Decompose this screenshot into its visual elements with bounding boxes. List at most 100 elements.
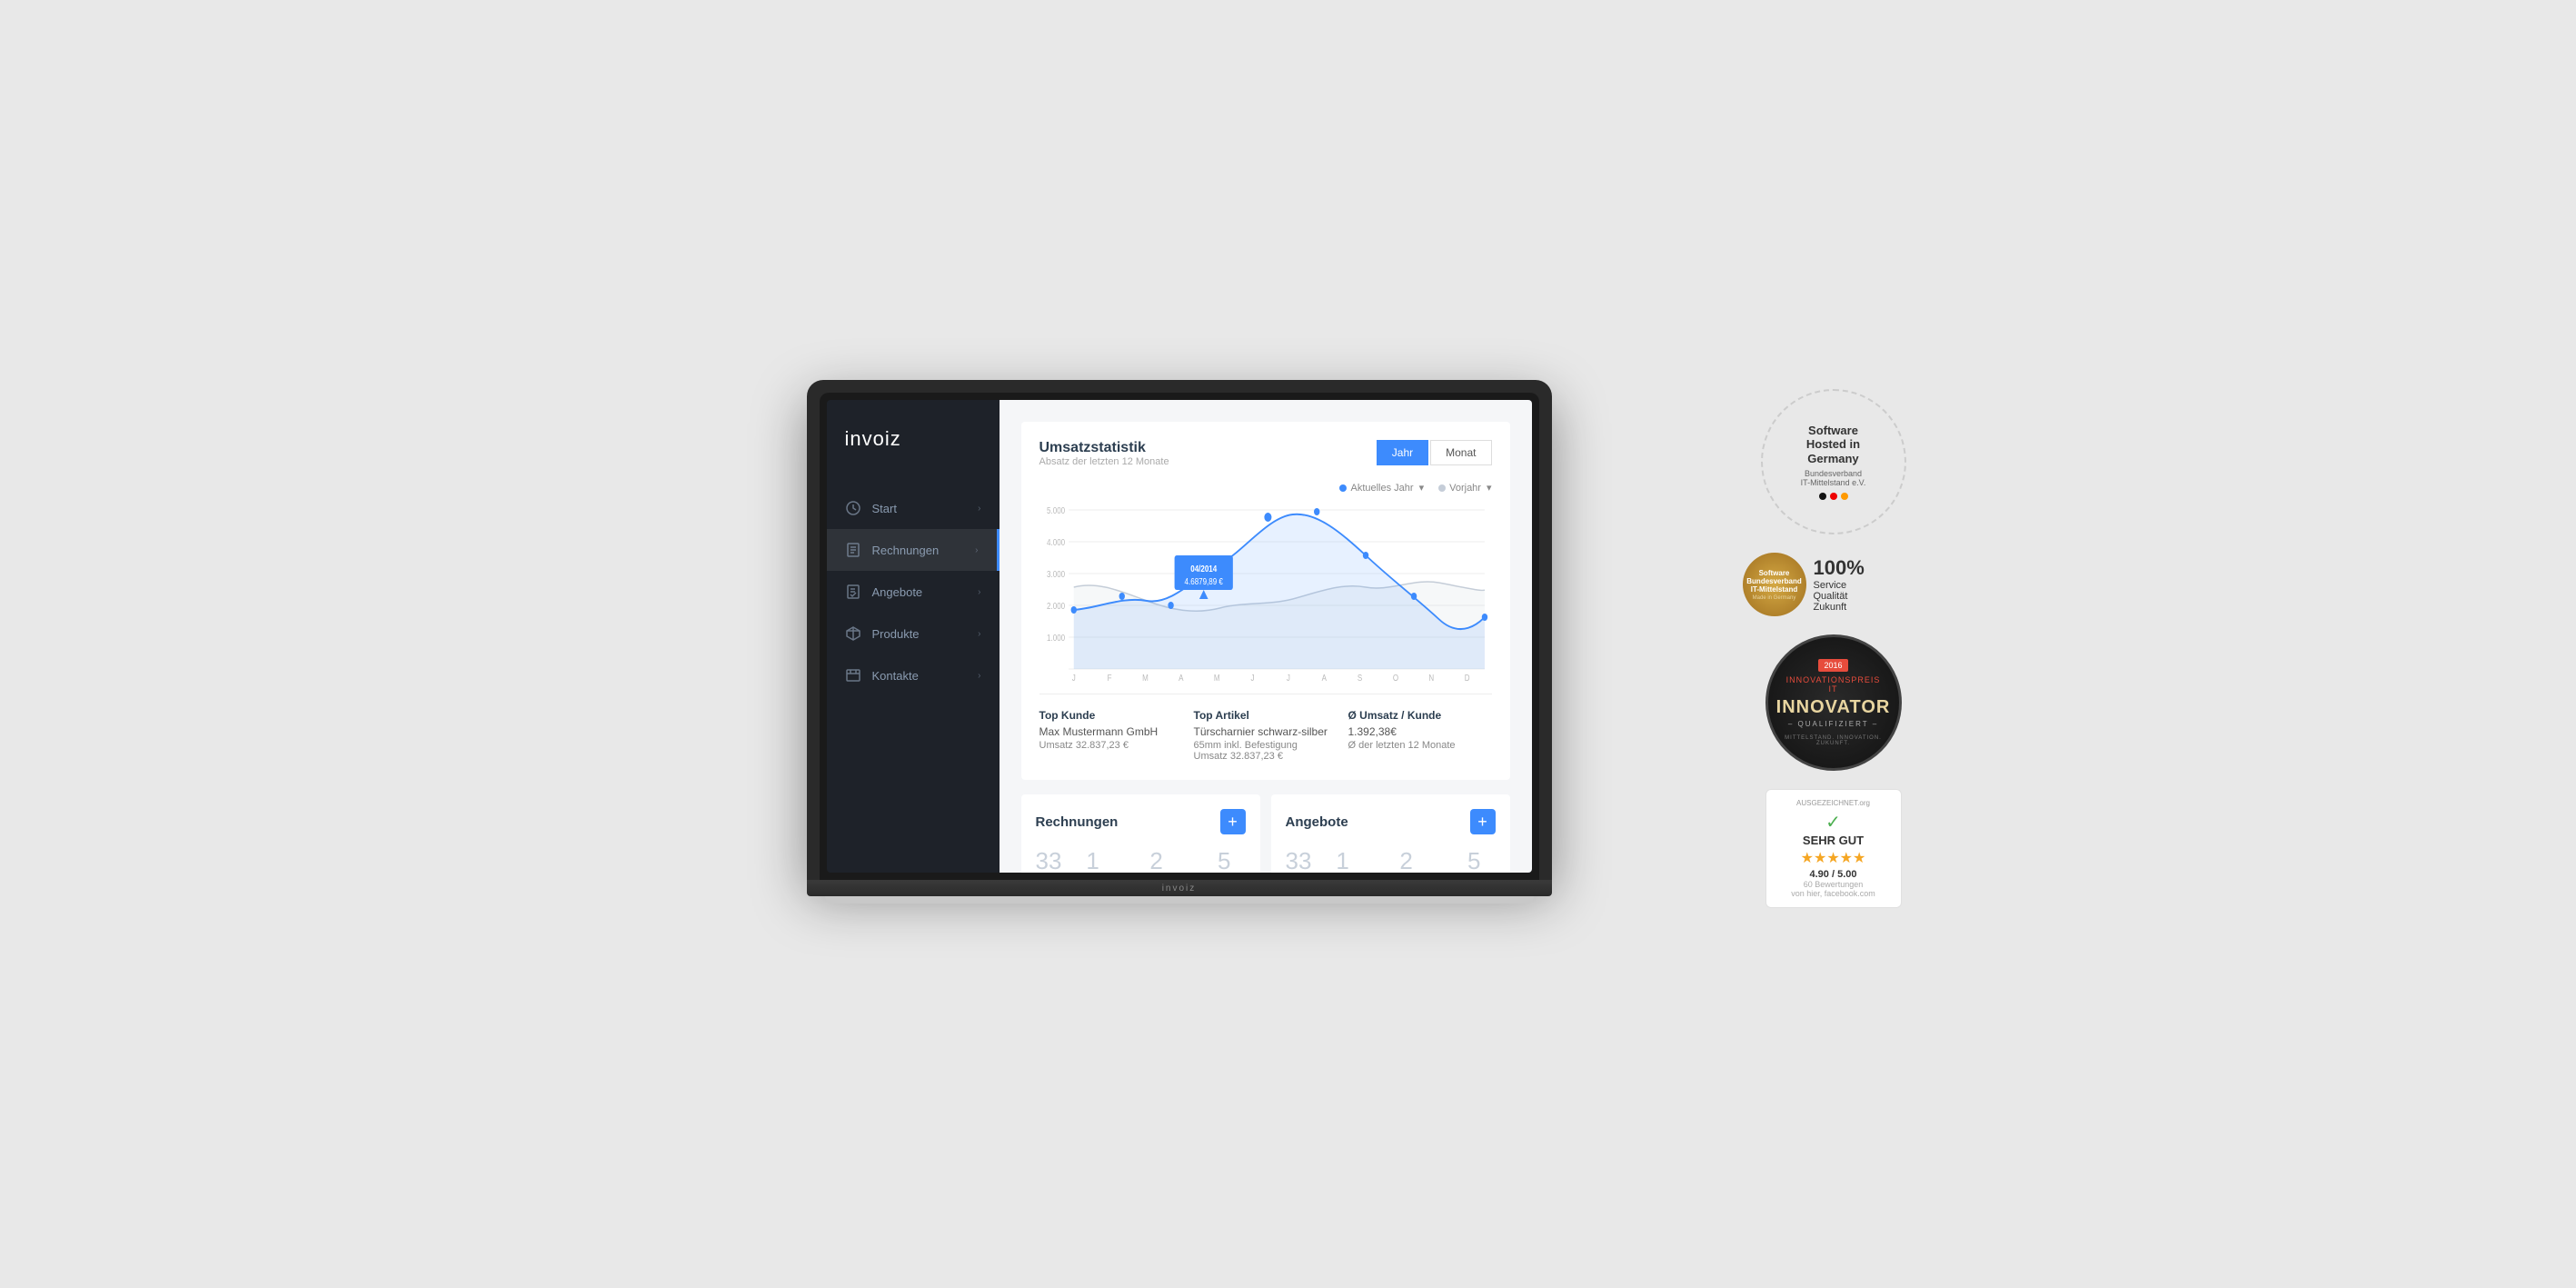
sidebar: invoiz Start: [827, 400, 1000, 873]
sidebar-label-angebote: Angebote: [872, 585, 923, 599]
chevron-icon-start: ›: [978, 504, 980, 514]
svg-text:O: O: [1392, 673, 1397, 683]
legend-current[interactable]: Aktuelles Jahr ▾: [1339, 482, 1424, 494]
stats-title: Umsatzstatistik: [1039, 440, 1169, 456]
nav-item-left-angebote: Angebote: [845, 584, 923, 600]
nav-item-left-produkte: Produkte: [845, 625, 920, 642]
sidebar-label-kontakte: Kontakte: [872, 669, 919, 683]
laptop-brand-label: invoiz: [1162, 884, 1197, 894]
svg-text:4.000: 4.000: [1047, 537, 1065, 547]
legend-current-arrow: ▾: [1419, 482, 1425, 494]
scene: invoiz Start: [652, 380, 1925, 908]
service-line-1: Service: [1814, 580, 1865, 591]
sidebar-item-angebote[interactable]: Angebote ›: [827, 571, 1000, 613]
service-text-block: 100% Service Qualität Zukunft: [1814, 556, 1865, 613]
legend-prev[interactable]: Vorjahr ▾: [1438, 482, 1491, 494]
medal-icon: SoftwareBundesverbandIT-Mittelstand Made…: [1743, 553, 1806, 616]
stat-top-kunde: Top Kunde Max Mustermann GmbH Umsatz 32.…: [1039, 709, 1183, 762]
dot-yellow: [1841, 493, 1848, 500]
rating-badge-wrapper: AUSGEZEICHNET.org ✓ SEHR GUT ★★★★★ 4.90 …: [1743, 789, 1925, 908]
sidebar-label-start: Start: [872, 502, 897, 515]
legend-dot-current: [1339, 484, 1347, 492]
rating-top: AUSGEZEICHNET.org: [1775, 799, 1892, 807]
rechnungen-ngesendet-number: 2: [1124, 849, 1189, 873]
laptop-screen: invoiz Start: [827, 400, 1532, 873]
check-icon: ✓: [1775, 811, 1892, 834]
stats-title-group: Umsatzstatistik Absatz der letzten 12 Mo…: [1039, 440, 1169, 478]
sidebar-label-produkte: Produkte: [872, 627, 920, 641]
innovator-year: 2016: [1818, 659, 1847, 672]
laptop-base: invoiz: [807, 880, 1552, 896]
chart-container: 5.000 4.000 3.000 2.000 1.000: [1039, 501, 1492, 683]
laptop: invoiz Start: [807, 380, 1552, 904]
legend-dot-prev: [1438, 484, 1446, 492]
stat-top-artikel-value3: Umsatz 32.837,23 €: [1194, 751, 1338, 762]
stat-top-kunde-label: Top Kunde: [1039, 709, 1183, 722]
sidebar-item-kontakte[interactable]: Kontakte ›: [827, 654, 1000, 696]
bottom-stats: Top Kunde Max Mustermann GmbH Umsatz 32.…: [1039, 709, 1492, 762]
medal-title: SoftwareBundesverbandIT-Mittelstand: [1746, 569, 1801, 594]
rechnungen-stat-offen: 33 offen: [1036, 849, 1062, 873]
sidebar-item-rechnungen[interactable]: Rechnungen ›: [827, 529, 1000, 571]
innovator-badge-wrapper: 2016 INNOVATIONSPREIS IT INNOVATOR – QUA…: [1743, 634, 1925, 771]
screen-bezel: invoiz Start: [820, 393, 1539, 880]
contact-icon: [845, 667, 861, 684]
service-badge: SoftwareBundesverbandIT-Mittelstand Made…: [1743, 553, 1925, 616]
hosted-badge-wrapper: SoftwareHosted inGermany BundesverbandIT…: [1743, 389, 1925, 534]
stat-avg-umsatz: Ø Umsatz / Kunde 1.392,38€ Ø der letzten…: [1348, 709, 1492, 762]
svg-text:M: M: [1213, 673, 1219, 683]
rechnungen-stats-row: 33 offen 1 Entwurf: [1036, 849, 1246, 873]
angebote-ueberfaellig-number: 5: [1453, 849, 1495, 873]
angebote-card: Angebote + 33 offen: [1271, 794, 1510, 873]
rechnungen-stat-ngesendet: 2 nicht gesendet: [1124, 849, 1189, 873]
chevron-icon-angebote: ›: [978, 587, 980, 597]
badges-panel: SoftwareHosted inGermany BundesverbandIT…: [1743, 380, 1925, 908]
svg-text:S: S: [1357, 673, 1361, 683]
rechnungen-offen-number: 33: [1036, 849, 1062, 873]
sidebar-nav: Start ›: [827, 487, 1000, 873]
angebote-card-title: Angebote: [1286, 814, 1348, 830]
svg-text:J: J: [1250, 673, 1254, 683]
stats-card: Umsatzstatistik Absatz der letzten 12 Mo…: [1021, 422, 1510, 780]
svg-text:M: M: [1142, 673, 1149, 683]
hosted-dots: [1819, 493, 1848, 500]
hosted-badge: SoftwareHosted inGermany BundesverbandIT…: [1761, 389, 1906, 534]
period-year-button[interactable]: Jahr: [1377, 440, 1428, 465]
stat-avg-umsatz-label: Ø Umsatz / Kunde: [1348, 709, 1492, 722]
sidebar-item-start[interactable]: Start ›: [827, 487, 1000, 529]
service-line-2: Qualität: [1814, 591, 1865, 602]
rechnungen-card-header: Rechnungen +: [1036, 809, 1246, 834]
angebote-stat-ueberfaellig: 5 Überfällig: [1453, 849, 1495, 873]
rechnungen-card-title: Rechnungen: [1036, 814, 1119, 830]
svg-text:J: J: [1286, 673, 1289, 683]
chart-svg: 5.000 4.000 3.000 2.000 1.000: [1039, 501, 1492, 683]
rechnungen-stat-ueberfaellig: 5 Überfällig: [1203, 849, 1245, 873]
svg-text:2.000: 2.000: [1047, 601, 1065, 611]
innovator-badge: 2016 INNOVATIONSPREIS IT INNOVATOR – QUA…: [1765, 634, 1902, 771]
chevron-icon-rechnungen: ›: [975, 545, 978, 555]
rechnungen-ueberfaellig-number: 5: [1203, 849, 1245, 873]
stat-top-artikel-value1: Türscharnier schwarz-silber: [1194, 725, 1338, 738]
service-line-3: Zukunft: [1814, 602, 1865, 613]
sidebar-logo: invoiz: [827, 400, 1000, 487]
rechnungen-add-button[interactable]: +: [1220, 809, 1246, 834]
angebote-stat-offen: 33 offen: [1286, 849, 1312, 873]
innovator-sub: – QUALIFIZIERT –: [1788, 720, 1878, 728]
angebote-stat-entwurf: 1 Entwurf: [1326, 849, 1359, 873]
angebote-add-button[interactable]: +: [1470, 809, 1496, 834]
main-content: Umsatzstatistik Absatz der letzten 12 Mo…: [1000, 400, 1532, 873]
sidebar-item-produkte[interactable]: Produkte ›: [827, 613, 1000, 654]
period-month-button[interactable]: Monat: [1430, 440, 1491, 465]
rating-score: 4.90 / 5.00: [1775, 869, 1892, 880]
stat-top-artikel-value2: 65mm inkl. Befestigung: [1194, 740, 1338, 751]
innovator-footer: Mittelstand. Innovation. Zukunft.: [1783, 735, 1885, 746]
nav-item-left-start: Start: [845, 500, 897, 516]
clock-icon: [845, 500, 861, 516]
laptop-body: invoiz Start: [807, 380, 1552, 880]
stars-icon: ★★★★★: [1775, 849, 1892, 867]
svg-text:5.000: 5.000: [1047, 505, 1065, 515]
stat-avg-umsatz-value2: Ø der letzten 12 Monate: [1348, 740, 1492, 751]
nav-item-left-kontakte: Kontakte: [845, 667, 919, 684]
cards-row: Rechnungen + 33 offen: [1021, 794, 1510, 873]
invoice-icon: [845, 542, 861, 558]
